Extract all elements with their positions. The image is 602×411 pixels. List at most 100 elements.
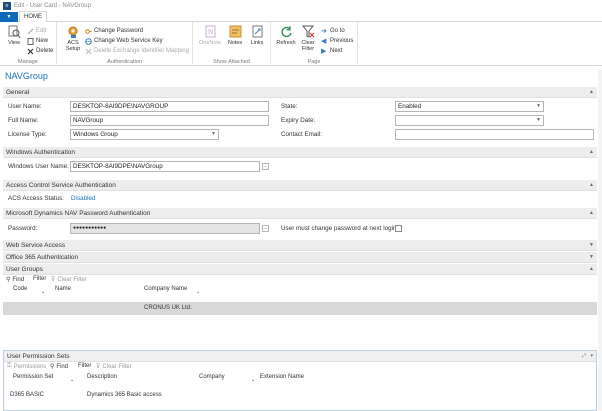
- group-label-show-attached: Show Attached: [213, 59, 250, 65]
- view-icon: [8, 25, 20, 39]
- expiry-date-field[interactable]: ▼: [395, 115, 544, 126]
- acs-setup-button[interactable]: ACS Setup: [63, 25, 83, 52]
- permission-sets-col-description[interactable]: Description: [87, 374, 117, 380]
- edit-label: Edit: [36, 28, 47, 34]
- new-document-icon: [27, 37, 34, 45]
- arrow-right-icon: ➜: [321, 27, 327, 35]
- section-web-service-header: Web Service Access: [6, 242, 66, 249]
- chevron-down-icon: ▼: [536, 117, 541, 123]
- expiry-date-label: Expiry Date:: [281, 117, 316, 124]
- previous-label: Previous: [330, 38, 354, 44]
- go-to-button[interactable]: ➜ Go to: [321, 27, 345, 35]
- permission-sets-col-extension-name[interactable]: Extension Name: [260, 374, 304, 380]
- section-nav-password-authentication[interactable]: Microsoft Dynamics NAV Password Authenti…: [3, 208, 597, 219]
- section-web-service-access[interactable]: Web Service Access ▼: [3, 240, 597, 251]
- password-assist-button[interactable]: ...: [262, 225, 269, 232]
- user-name-field[interactable]: DESKTOP-8AI9DPE\NAVGROUP: [70, 101, 269, 112]
- pencil-icon: [27, 28, 34, 34]
- refresh-button[interactable]: Refresh: [275, 25, 297, 46]
- permission-sets-col-company[interactable]: Company: [199, 374, 225, 380]
- collapse-chevron-icon: ▲: [589, 149, 594, 155]
- expand-chevron-icon: ▼: [589, 254, 594, 260]
- sort-icon: ⌄: [41, 289, 46, 295]
- permission-sets-find-label: Find: [56, 363, 69, 370]
- permission-sets-clear-filter-button[interactable]: ⊽ Clear Filter: [96, 363, 132, 371]
- permissions-icon: ⚿: [7, 363, 12, 369]
- state-value: Enabled: [398, 103, 422, 110]
- new-button[interactable]: New: [27, 37, 48, 45]
- section-acs-authentication-header: Access Control Service Authentication: [6, 182, 116, 189]
- file-menu-button[interactable]: ▾: [0, 12, 18, 22]
- windows-user-lookup-button[interactable]: ...: [262, 163, 269, 170]
- windows-user-name-field[interactable]: DESKTOP-8AI9DPE\NAVGroup: [70, 161, 260, 172]
- user-groups-find-label: Find: [12, 276, 25, 283]
- view-button[interactable]: View: [6, 25, 22, 46]
- next-button[interactable]: ▶ Next: [321, 47, 342, 55]
- section-general-header: General: [6, 89, 30, 96]
- user-groups-col-name[interactable]: Name: [55, 286, 71, 292]
- full-name-label: Full Name:: [8, 117, 39, 124]
- expand-chevron-icon: ▼: [589, 242, 594, 248]
- change-password-button[interactable]: Change Password: [85, 27, 143, 35]
- links-button[interactable]: Links: [248, 25, 266, 46]
- previous-button[interactable]: ◀ Previous: [321, 37, 353, 45]
- permission-sets-filter-button[interactable]: Filter: [78, 363, 91, 369]
- user-groups-filter-button[interactable]: Filter: [33, 276, 46, 282]
- contact-email-label: Contact Email:: [281, 131, 322, 138]
- license-type-value: Windows Group: [73, 131, 118, 138]
- group-label-manage: Manage: [18, 59, 38, 65]
- delete-exchange-identifier-button[interactable]: Delete Exchange Identifier Mapping: [85, 47, 189, 55]
- ribbon-group-page: Refresh Clear Filter ➜ Go to ◀ Previous …: [271, 22, 358, 66]
- clear-filter-button[interactable]: Clear Filter: [299, 25, 317, 52]
- must-change-password-checkbox[interactable]: [395, 225, 402, 232]
- permission-set-row-code[interactable]: D365 BASIC: [10, 392, 44, 398]
- permission-sets-col-permission-set[interactable]: Permission Set: [13, 374, 53, 380]
- expand-part-icon[interactable]: ⤢: [582, 351, 586, 362]
- permission-sets-find-button[interactable]: ⚲ Find: [50, 363, 69, 371]
- binoculars-icon: ⚲: [50, 364, 55, 370]
- title-bar: ≡ Edit - User Card - NAVGroup: [0, 0, 602, 11]
- section-general[interactable]: General ▲: [3, 87, 597, 98]
- edit-button[interactable]: Edit: [27, 27, 46, 35]
- windows-user-name-label: Windows User Name:: [8, 163, 69, 170]
- section-acs-authentication[interactable]: Access Control Service Authentication ▲: [3, 180, 597, 191]
- section-office-365-authentication[interactable]: Office 365 Authentication ▼: [3, 252, 597, 263]
- clear-filter-icon: ⊽: [96, 364, 101, 370]
- refresh-icon: [280, 26, 292, 38]
- full-name-field[interactable]: NAVGroup: [70, 115, 269, 126]
- refresh-label: Refresh: [276, 40, 296, 46]
- state-select[interactable]: Enabled ▼: [395, 101, 544, 112]
- user-groups-row-company: CRONUS UK Ltd.: [144, 305, 192, 311]
- state-label: State:: [281, 103, 298, 110]
- section-user-groups[interactable]: User Groups ▲: [3, 264, 597, 275]
- user-groups-find-button[interactable]: ⚲ Find: [6, 276, 25, 284]
- contact-email-field[interactable]: [395, 129, 594, 140]
- go-to-label: Go to: [330, 28, 345, 34]
- license-type-select[interactable]: Windows Group ▼: [70, 129, 219, 140]
- chevron-down-icon: ▼: [536, 103, 541, 109]
- acs-setup-icon: [68, 26, 77, 38]
- acs-access-status-link[interactable]: Disabled: [71, 195, 96, 202]
- view-label: View: [8, 40, 20, 46]
- must-change-password-label: User must change password at next login:: [281, 225, 399, 232]
- onenote-button[interactable]: N OneNote: [198, 25, 222, 46]
- permissions-button[interactable]: ⚿ Permissions: [7, 363, 46, 370]
- section-user-permission-sets[interactable]: User Permission Sets ⤢ ▾: [4, 351, 596, 362]
- user-groups-col-code[interactable]: Code: [13, 286, 27, 292]
- collapse-chevron-icon: ▲: [589, 266, 594, 272]
- delete-button[interactable]: Delete: [27, 47, 53, 55]
- password-field[interactable]: ●●●●●●●●●●●: [70, 223, 260, 234]
- ribbon: View Edit New Delete Manage ACS Setup Ch…: [0, 22, 602, 66]
- group-label-page: Page: [307, 59, 321, 65]
- vertical-scrollbar[interactable]: [598, 70, 602, 411]
- user-groups-col-company[interactable]: Company Name: [144, 286, 187, 292]
- links-label: Links: [250, 40, 264, 46]
- notes-button[interactable]: Notes: [226, 25, 244, 46]
- delete-x-icon: [27, 48, 34, 54]
- change-password-label: Change Password: [94, 28, 144, 34]
- section-windows-authentication[interactable]: Windows Authentication ▲: [3, 147, 597, 158]
- section-user-groups-header: User Groups: [6, 266, 43, 273]
- user-groups-clear-filter-button[interactable]: ⊽ Clear Filter: [51, 276, 87, 284]
- table-row[interactable]: [3, 302, 597, 315]
- change-web-service-key-button[interactable]: Change Web Service Key: [85, 37, 163, 45]
